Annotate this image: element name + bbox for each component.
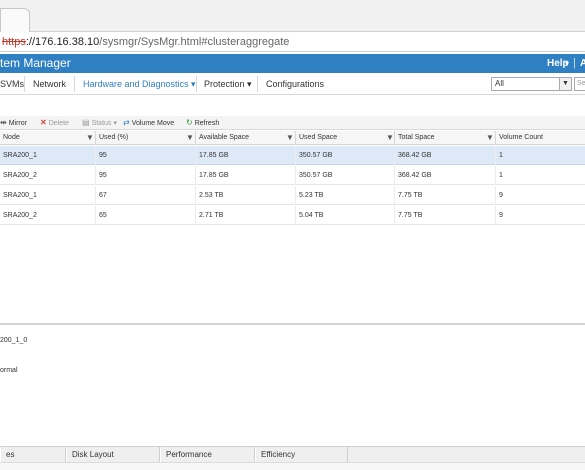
cell-used-pct: 95	[96, 146, 196, 165]
refresh-button[interactable]: ↻ Refresh	[186, 116, 219, 130]
column-header-used-space[interactable]: Used Space	[296, 131, 395, 145]
filter-icon[interactable]: ▼	[86, 131, 94, 145]
nav-protection[interactable]: Protection ▾	[204, 73, 252, 95]
cell-available-space: 17.85 GB	[196, 146, 296, 165]
table-row[interactable]: SRA200_1 67 2.53 TB 5.23 TB 7.75 TB 9	[0, 186, 585, 205]
volume-move-label: Volume Move	[131, 120, 175, 127]
browser-tab[interactable]	[0, 8, 30, 32]
nav-network[interactable]: Network	[33, 73, 66, 95]
cell-total-space: 7.75 TB	[395, 206, 496, 225]
horizontal-scrollbar[interactable]	[0, 462, 585, 470]
cell-node: SRA200_1	[0, 186, 96, 205]
aggregate-toolbar: ⇹ Mirror ✕ Delete ▤ Status ▾ ⇄ Volume Move ↻…	[0, 116, 585, 130]
refresh-icon: ↻	[186, 118, 193, 127]
cell-volume-count: 1	[499, 172, 503, 179]
cell-total-space: 368.42 GB	[395, 146, 496, 165]
column-header-available-space[interactable]: Available Space	[196, 131, 296, 145]
browser-tab-strip	[0, 0, 585, 32]
cell-used-pct: 65	[96, 206, 196, 225]
url-scheme: https	[2, 36, 26, 48]
scope-select[interactable]: All ▼	[491, 77, 572, 91]
detail-panel: 200_1_0 ormal	[0, 323, 585, 443]
detail-tabs: es Disk Layout Performance Efficiency	[0, 446, 585, 463]
mirror-icon: ⇹	[0, 118, 7, 127]
volume-move-button[interactable]: ⇄ Volume Move	[123, 116, 174, 130]
cell-node: SRA200_2	[0, 166, 96, 185]
tab-performance[interactable]: Performance	[160, 447, 255, 463]
cell-used-space: 5.04 TB	[296, 206, 395, 225]
filter-icon[interactable]: ▼	[486, 131, 494, 145]
nav-divider	[257, 76, 258, 92]
cell-volume-count: 9	[499, 212, 503, 219]
app-title: tem Manager	[0, 56, 71, 70]
cell-available-space: 17.85 GB	[196, 166, 296, 185]
grid-header: Node ▼ Used (%) ▼ Available Space ▼ Used…	[0, 131, 585, 145]
cell-used-pct: 67	[96, 186, 196, 205]
cell-volume-count: 1	[499, 152, 503, 159]
main-nav: SVMs Network Hardware and Diagnostics ▾ …	[0, 73, 585, 95]
url-host: 176.16.38.10	[35, 36, 100, 48]
cell-available-space: 2.71 TB	[196, 206, 296, 225]
cell-used-space: 350.57 GB	[296, 146, 395, 165]
nav-hardware-diagnostics[interactable]: Hardware and Diagnostics ▾	[83, 73, 196, 95]
nav-svms[interactable]: SVMs	[0, 73, 24, 95]
delete-button[interactable]: ✕ Delete	[40, 116, 69, 130]
header-right-menu[interactable]: A	[580, 54, 585, 73]
column-header-node[interactable]: Node	[0, 131, 96, 145]
cell-total-space: 368.42 GB	[395, 166, 496, 185]
detail-status-value: ormal	[0, 367, 18, 374]
volume-move-icon: ⇄	[123, 118, 130, 127]
cell-used-space: 350.57 GB	[296, 166, 395, 185]
nav-divider	[196, 76, 197, 92]
tab-disk-layout[interactable]: Disk Layout	[66, 447, 160, 463]
aggregate-grid: Node ▼ Used (%) ▼ Available Space ▼ Used…	[0, 131, 585, 225]
search-input[interactable]: Sea	[574, 77, 585, 91]
delete-icon: ✕	[40, 118, 47, 127]
column-header-volume-count[interactable]: Volume Count	[496, 131, 585, 145]
cell-node: SRA200_2	[0, 206, 96, 225]
status-icon: ▤	[82, 118, 90, 127]
header-separator: |	[573, 57, 576, 69]
table-row[interactable]: SRA200_2 65 2.71 TB 5.04 TB 7.75 TB 9	[0, 206, 585, 225]
address-bar[interactable]: https://176.16.38.10/sysmgr/SysMgr.html#…	[0, 32, 585, 52]
cell-node: SRA200_1	[0, 146, 96, 165]
url-separator: ://	[25, 36, 36, 48]
nav-configurations[interactable]: Configurations	[266, 73, 324, 95]
url-path: /sysmgr/SysMgr.html#clusteraggregate	[99, 36, 290, 48]
column-header-used-pct[interactable]: Used (%)	[96, 131, 196, 145]
cell-available-space: 2.53 TB	[196, 186, 296, 205]
mirror-label: Mirror	[8, 120, 27, 127]
table-row[interactable]: SRA200_1 95 17.85 GB 350.57 GB 368.42 GB…	[0, 146, 585, 165]
column-header-total-space[interactable]: Total Space	[395, 131, 496, 145]
cell-used-space: 5.23 TB	[296, 186, 395, 205]
filter-icon[interactable]: ▼	[386, 131, 394, 145]
status-label: Status ▾	[91, 120, 117, 127]
cell-volume-count: 9	[499, 192, 503, 199]
tab-details[interactable]: es	[0, 447, 66, 463]
tab-efficiency[interactable]: Efficiency	[255, 447, 348, 463]
cell-total-space: 7.75 TB	[395, 186, 496, 205]
mirror-button[interactable]: ⇹ Mirror	[0, 116, 27, 130]
status-menu-button[interactable]: ▤ Status ▾	[82, 116, 117, 130]
detail-name-value: 200_1_0	[0, 337, 28, 344]
filter-icon[interactable]: ▼	[286, 131, 294, 145]
cell-used-pct: 95	[96, 166, 196, 185]
delete-label: Delete	[48, 120, 69, 127]
nav-divider	[24, 76, 25, 92]
scope-select-value: All	[495, 79, 504, 88]
nav-divider	[74, 76, 75, 92]
table-row[interactable]: SRA200_2 95 17.85 GB 350.57 GB 368.42 GB…	[0, 166, 585, 185]
filter-icon[interactable]: ▼	[186, 131, 194, 145]
chevron-down-icon: ▾	[565, 59, 570, 68]
refresh-label: Refresh	[194, 120, 220, 127]
app-header: tem Manager Help ▾ | A	[0, 54, 585, 73]
chevron-down-icon[interactable]: ▼	[559, 78, 571, 90]
